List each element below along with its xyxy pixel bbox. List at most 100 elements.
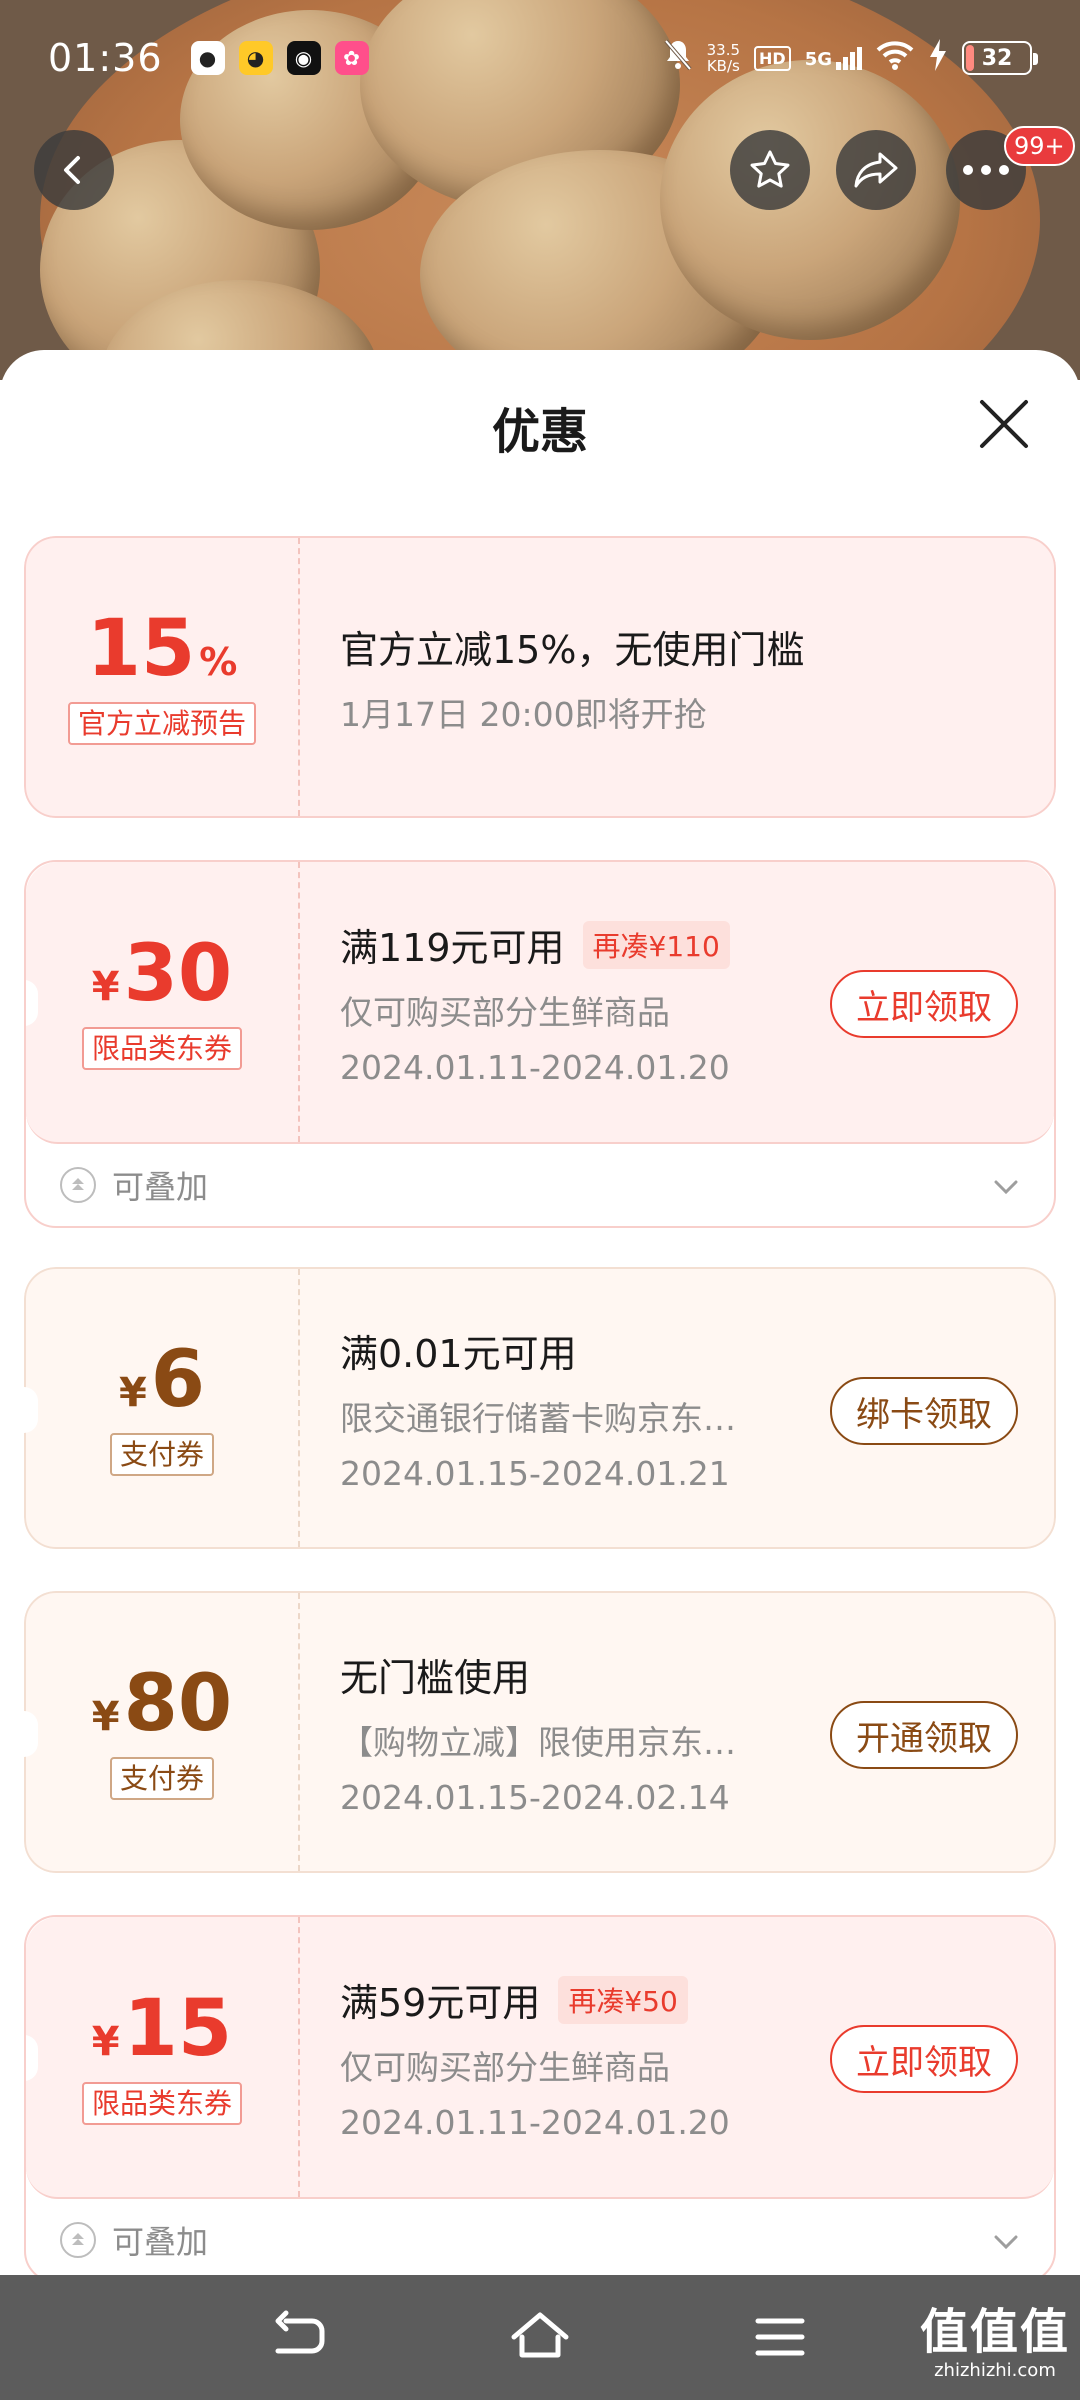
qq-icon: ◉ — [286, 41, 321, 75]
stackable-label: 可叠加 — [112, 2223, 209, 2261]
stackable-row[interactable]: 可叠加 — [26, 1144, 1054, 1226]
status-indicators: 33.5 KB/s HD 5G 32 — [663, 38, 1038, 78]
bind-card-claim-button[interactable]: 绑卡领取 — [830, 1377, 1018, 1445]
currency-symbol: ¥ — [118, 1369, 147, 1416]
claim-button[interactable]: 立即领取 — [830, 2025, 1018, 2093]
coupon-card: 15 % 官方立减预告 官方立减15%，无使用门槛 1月17日 20:00即将开… — [24, 536, 1056, 818]
net-speed-value: 33.5 — [706, 41, 741, 59]
amount-value: 6 — [150, 1334, 206, 1425]
coupon-amount-area: ¥ 30 限品类东券 — [26, 862, 300, 1142]
coupon-card: ¥ 30 限品类东券 满119元可用 再凑¥110 仅可购买部分生鲜商品 202… — [24, 860, 1056, 1228]
claim-button[interactable]: 立即领取 — [830, 970, 1018, 1038]
coupon-notch — [24, 1711, 38, 1757]
app-notification-icon: ✿ — [334, 41, 369, 75]
coupon-body: ¥ 6 支付券 满0.01元可用 限交通银行储蓄卡购京东… 2024.01.15… — [24, 1267, 1056, 1549]
favorite-button[interactable] — [730, 130, 810, 210]
coupon-type-tag: 支付券 — [109, 1756, 214, 1800]
coupon-amount-area: ¥ 15 限品类东券 — [26, 1917, 300, 2197]
watermark-url: zhizhizhi.com — [934, 2360, 1056, 2381]
status-time: 01:36 — [48, 36, 163, 80]
watermark-logo: 值值值 — [919, 2304, 1070, 2360]
share-icon — [854, 152, 898, 188]
coupon-title: 无门槛使用 — [340, 1656, 531, 1700]
coupon-body: ¥ 80 支付券 无门槛使用 【购物立减】限使用京东… 2024.01.15-2… — [24, 1591, 1056, 1873]
amount-value: 80 — [123, 1658, 233, 1749]
coupon-amount: 15 % — [87, 610, 238, 688]
currency-symbol: ¥ — [91, 1693, 120, 1740]
close-icon — [980, 400, 1028, 448]
coupon-amount: ¥ 6 — [119, 1341, 205, 1419]
app-notification-icon: ● — [190, 41, 225, 75]
coupon-title: 满119元可用 — [340, 926, 565, 970]
back-button[interactable] — [34, 130, 114, 210]
add-more-chip: 再凑¥50 — [558, 1975, 688, 2024]
coupon-sheet: 优惠 15 % 官方立减预告 官方立减15%，无使用门槛 1月17日 20:00… — [0, 350, 1080, 2275]
notification-icons: ● ◕ ◉ ✿ — [190, 41, 369, 75]
coupon-card: ¥ 6 支付券 满0.01元可用 限交通银行储蓄卡购京东… 2024.01.15… — [24, 1267, 1056, 1549]
coupon-type-tag: 限品类东券 — [81, 1026, 242, 1070]
product-image: 01:36 ● ◕ ◉ ✿ 33.5 KB/s HD 5G 32 99+ — [0, 0, 1080, 380]
menu-icon — [755, 2318, 805, 2356]
return-icon — [275, 2310, 325, 2354]
stackable-icon — [60, 2222, 96, 2258]
coupon-body: ¥ 30 限品类东券 满119元可用 再凑¥110 仅可购买部分生鲜商品 202… — [26, 862, 1054, 1144]
chevron-down-icon — [992, 2221, 1020, 2259]
amount-value: 30 — [123, 928, 233, 1019]
currency-symbol: ¥ — [91, 963, 120, 1010]
home-icon — [511, 2312, 569, 2358]
watermark: 值值值 zhizhizhi.com — [920, 2308, 1070, 2381]
wifi-icon — [876, 40, 914, 76]
coupon-type-tag: 支付券 — [109, 1432, 214, 1476]
coupon-amount: ¥ 15 — [92, 1990, 232, 2068]
stackable-label: 可叠加 — [112, 1168, 209, 1206]
screen: 01:36 ● ◕ ◉ ✿ 33.5 KB/s HD 5G 32 99+ 优惠 … — [0, 0, 1080, 2400]
amount-suffix: % — [199, 639, 238, 684]
battery-indicator: 32 — [962, 41, 1038, 75]
coupon-validity: 2024.01.11-2024.01.20 — [340, 2103, 730, 2142]
coupon-details: 官方立减15%，无使用门槛 1月17日 20:00即将开抢 — [300, 538, 1054, 816]
close-button[interactable] — [978, 398, 1030, 450]
coupon-body: ¥ 15 限品类东券 满59元可用 再凑¥50 仅可购买部分生鲜商品 2024.… — [26, 1917, 1054, 2199]
stackable-icon — [60, 1167, 96, 1203]
add-more-chip: 再凑¥110 — [582, 920, 730, 969]
star-icon — [750, 150, 790, 188]
coupon-body: 15 % 官方立减预告 官方立减15%，无使用门槛 1月17日 20:00即将开… — [24, 536, 1056, 818]
coupon-validity: 2024.01.11-2024.01.20 — [340, 1048, 730, 1087]
app-notification-icon: ◕ — [238, 41, 273, 75]
activate-claim-button[interactable]: 开通领取 — [830, 1701, 1018, 1769]
coupon-card: ¥ 15 限品类东券 满59元可用 再凑¥50 仅可购买部分生鲜商品 2024.… — [24, 1915, 1056, 2275]
notification-badge: 99+ — [1004, 126, 1075, 166]
nav-back-button[interactable] — [268, 2305, 332, 2369]
coupon-title: 满0.01元可用 — [340, 1332, 577, 1376]
chevron-down-icon — [992, 1166, 1020, 1204]
system-nav-bar — [0, 2275, 1080, 2400]
hd-badge: HD — [754, 45, 791, 71]
mute-icon — [663, 38, 693, 78]
battery-level: 32 — [981, 45, 1013, 71]
coupon-validity: 2024.01.15-2024.02.14 — [340, 1778, 730, 1817]
stackable-row[interactable]: 可叠加 — [26, 2199, 1054, 2275]
status-bar: 01:36 ● ◕ ◉ ✿ 33.5 KB/s HD 5G 32 — [0, 0, 1080, 116]
coupon-notch — [26, 2035, 38, 2081]
amount-value: 15 — [123, 1983, 233, 2074]
back-arrow-icon — [64, 156, 80, 184]
coupon-amount: ¥ 30 — [92, 935, 232, 1013]
sheet-title: 优惠 — [491, 404, 588, 460]
signal-label: 5G — [804, 48, 832, 70]
nav-home-button[interactable] — [508, 2305, 572, 2369]
coupon-validity: 2024.01.15-2024.01.21 — [340, 1454, 730, 1493]
currency-symbol: ¥ — [91, 2018, 120, 2065]
coupon-amount-area: ¥ 6 支付券 — [26, 1269, 300, 1547]
charging-icon — [928, 38, 948, 78]
coupon-start-time: 1月17日 20:00即将开抢 — [340, 694, 707, 734]
coupon-title: 官方立减15%，无使用门槛 — [340, 627, 805, 672]
nav-menu-button[interactable] — [748, 2305, 812, 2369]
coupon-notch — [26, 980, 38, 1026]
net-speed: 33.5 KB/s — [707, 42, 740, 74]
coupon-type-tag: 限品类东券 — [81, 2081, 242, 2125]
share-button[interactable] — [836, 130, 916, 210]
net-speed-unit: KB/s — [706, 57, 740, 75]
amount-value: 15 — [86, 603, 196, 694]
coupon-notch — [24, 1387, 38, 1433]
coupon-title: 满59元可用 — [340, 1981, 541, 2025]
